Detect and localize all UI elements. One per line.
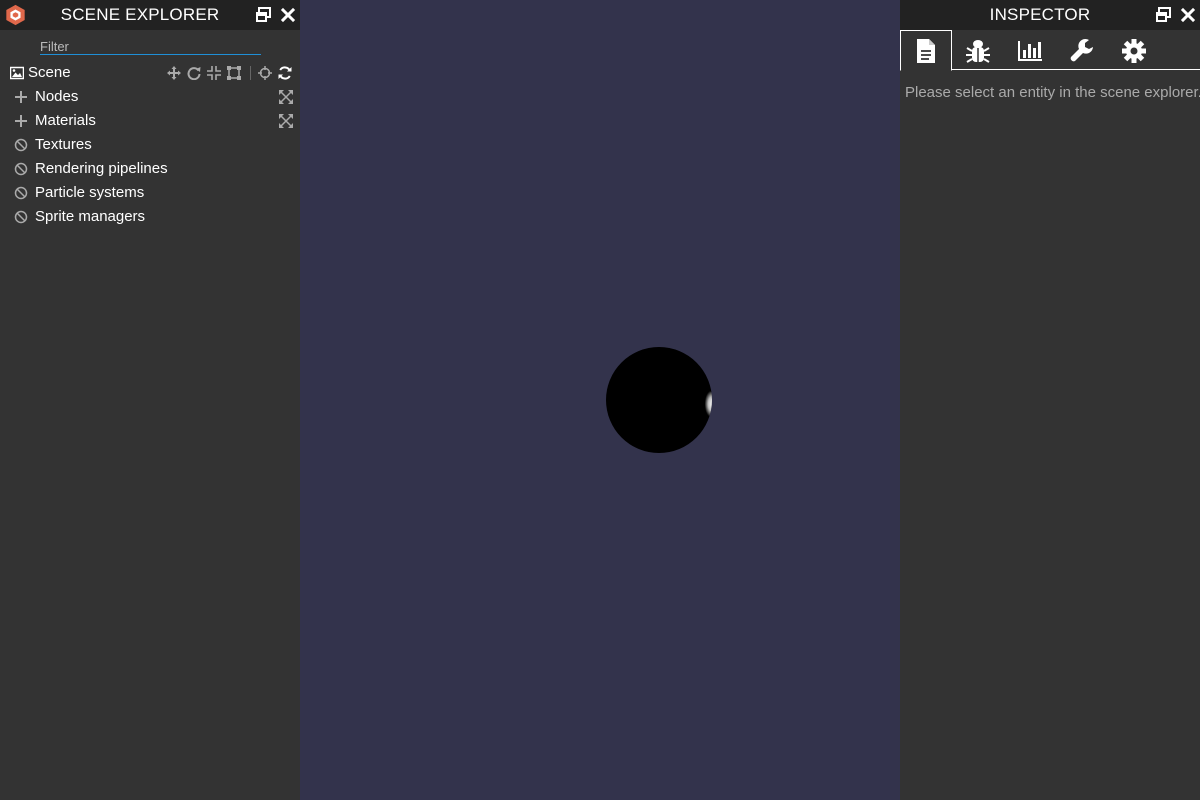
inspector-title: INSPECTOR <box>989 5 1091 24</box>
ban-icon <box>14 186 28 200</box>
scene-row[interactable]: Scene <box>0 61 300 85</box>
rotate-gizmo-icon[interactable] <box>187 66 201 80</box>
image-icon <box>10 66 24 80</box>
filter-input[interactable] <box>40 38 261 55</box>
gear-icon <box>1122 39 1146 63</box>
pick-icon[interactable] <box>258 66 272 80</box>
render-canvas[interactable] <box>300 0 900 800</box>
toolbar-divider <box>250 66 251 80</box>
ban-icon <box>14 210 28 224</box>
tree-item-textures[interactable]: Textures <box>0 133 300 157</box>
close-icon[interactable] <box>1180 7 1196 23</box>
scene-explorer-title: SCENE EXPLORER <box>60 5 220 24</box>
expand-icon[interactable] <box>279 90 293 104</box>
tab-settings[interactable] <box>1108 30 1160 70</box>
inspector-tab-bar <box>900 30 1200 71</box>
tree-item-sprite-managers[interactable]: Sprite managers <box>0 205 300 229</box>
filter-field-wrapper <box>40 38 261 55</box>
tree-item-label: Sprite managers <box>35 208 146 225</box>
scene-explorer-header: SCENE EXPLORER <box>0 0 300 30</box>
scale-gizmo-icon[interactable] <box>207 66 221 80</box>
document-icon <box>917 39 935 63</box>
tree-item-label: Materials <box>35 112 96 129</box>
tree-item-label: Particle systems <box>35 184 145 201</box>
ban-icon <box>14 138 28 152</box>
tree-item-rendering-pipelines[interactable]: Rendering pipelines <box>0 157 300 181</box>
bug-icon <box>966 40 990 63</box>
sphere-mesh[interactable] <box>606 347 712 453</box>
tree-item-nodes[interactable]: Nodes <box>0 85 300 109</box>
scene-label: Scene <box>28 64 71 81</box>
specular-highlight <box>705 391 712 417</box>
tab-statistics[interactable] <box>1004 30 1056 70</box>
tab-debug[interactable] <box>952 30 1004 70</box>
wrench-icon <box>1070 38 1093 62</box>
tree-item-label: Nodes <box>35 88 79 105</box>
plus-icon[interactable] <box>14 114 28 128</box>
tab-tools[interactable] <box>1056 30 1108 70</box>
refresh-icon[interactable] <box>278 66 292 80</box>
tree-item-particle-systems[interactable]: Particle systems <box>0 181 300 205</box>
popout-window-icon[interactable] <box>255 7 271 23</box>
bar-chart-icon <box>1018 41 1042 61</box>
translate-gizmo-icon[interactable] <box>167 66 181 80</box>
inspector-header: INSPECTOR <box>900 0 1200 30</box>
tree-item-label: Rendering pipelines <box>35 160 168 177</box>
no-selection-message: Please select an entity in the scene exp… <box>905 84 1200 101</box>
ban-icon <box>14 162 28 176</box>
close-icon[interactable] <box>280 7 296 23</box>
tree-item-label: Textures <box>35 136 92 153</box>
plus-icon[interactable] <box>14 90 28 104</box>
inspector-panel: INSPECTOR Please select an entity in the… <box>900 0 1200 800</box>
scene-explorer-panel: SCENE EXPLORER Scene <box>0 0 300 800</box>
expand-icon[interactable] <box>279 114 293 128</box>
popout-window-icon[interactable] <box>1155 7 1171 23</box>
tab-properties[interactable] <box>900 30 952 71</box>
bounding-box-gizmo-icon[interactable] <box>227 66 241 80</box>
tree-item-materials[interactable]: Materials <box>0 109 300 133</box>
